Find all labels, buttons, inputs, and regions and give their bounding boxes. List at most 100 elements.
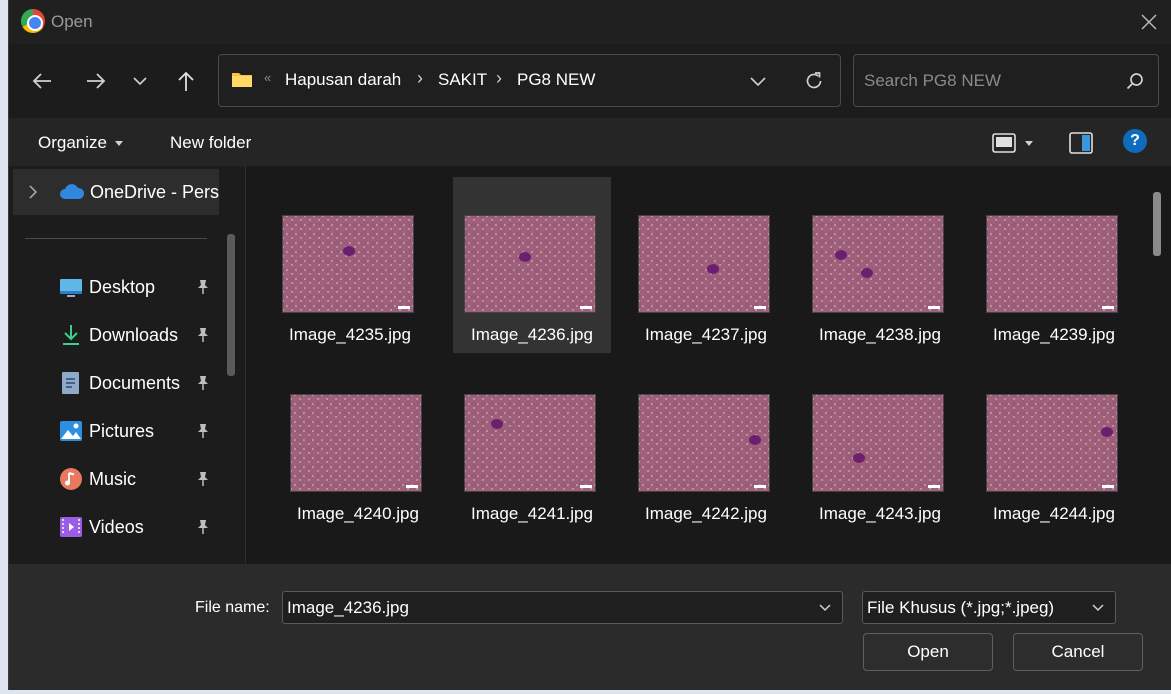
pin-icon[interactable] <box>196 519 210 535</box>
sidebar-item-label: Desktop <box>89 276 156 297</box>
back-button[interactable] <box>25 64 59 98</box>
document-icon <box>59 371 83 395</box>
recent-locations-button[interactable] <box>123 64 157 98</box>
pin-icon[interactable] <box>196 279 210 295</box>
file-name: Image_4241.jpg <box>471 504 593 523</box>
sidebar-item-videos[interactable]: Videos <box>59 507 219 547</box>
change-view-button[interactable] <box>989 128 1019 158</box>
open-dialog: Open « Hapusan darah › SAKIT › PG8 NEW S… <box>8 0 1171 690</box>
new-folder-button[interactable]: New folder <box>170 133 251 153</box>
file-name: Image_4239.jpg <box>993 325 1115 344</box>
breadcrumb-overflow[interactable]: « <box>264 70 271 85</box>
organize-label: Organize <box>38 133 107 152</box>
image-thumbnail <box>282 215 414 313</box>
chevron-right-icon[interactable] <box>29 185 37 199</box>
file-tile[interactable]: Image_4235.jpg <box>271 177 429 353</box>
sidebar-item-label: Videos <box>89 516 144 537</box>
file-list-scrollbar[interactable] <box>1153 192 1161 256</box>
up-button[interactable] <box>169 64 203 98</box>
file-name: Image_4236.jpg <box>471 325 593 344</box>
file-name-field[interactable]: Image_4236.jpg <box>282 591 843 624</box>
preview-pane-icon <box>1069 132 1093 154</box>
folder-icon <box>232 73 252 87</box>
arrow-up-icon <box>178 71 194 91</box>
image-thumbnail <box>464 394 596 492</box>
command-bar: Organize New folder ? <box>9 118 1171 166</box>
sidebar-item-onedrive[interactable]: OneDrive - Perso <box>13 169 219 215</box>
breadcrumb-sakit[interactable]: SAKIT <box>438 70 487 90</box>
file-name: Image_4237.jpg <box>645 325 767 344</box>
video-icon <box>59 515 83 539</box>
address-bar[interactable]: « Hapusan darah › SAKIT › PG8 NEW <box>218 54 841 107</box>
file-tile[interactable]: Image_4239.jpg <box>975 177 1133 353</box>
file-tile[interactable]: Image_4238.jpg <box>801 177 959 353</box>
preview-pane-button[interactable] <box>1066 128 1096 158</box>
breadcrumb-pg8-new[interactable]: PG8 NEW <box>517 70 595 90</box>
desktop-icon <box>59 275 83 299</box>
image-thumbnail <box>290 394 422 492</box>
sidebar-item-label: Pictures <box>89 420 155 441</box>
sidebar-item-music[interactable]: Music <box>59 459 219 499</box>
window-title: Open <box>51 12 93 31</box>
file-name: Image_4235.jpg <box>289 325 411 344</box>
pin-icon[interactable] <box>196 471 210 487</box>
sidebar-item-desktop[interactable]: Desktop <box>59 267 219 307</box>
pin-icon[interactable] <box>196 423 210 439</box>
chevron-right-icon: › <box>496 68 502 88</box>
refresh-button[interactable] <box>799 66 829 96</box>
image-thumbnail <box>812 394 944 492</box>
help-icon[interactable]: ? <box>1123 129 1147 153</box>
file-name-value[interactable]: Image_4236.jpg <box>287 598 409 618</box>
image-thumbnail <box>638 215 770 313</box>
sidebar-item-downloads[interactable]: Downloads <box>59 315 219 355</box>
forward-button[interactable] <box>79 64 113 98</box>
music-icon <box>59 467 83 491</box>
search-box[interactable] <box>853 54 1159 107</box>
pictures-icon <box>59 419 83 443</box>
search-input[interactable] <box>864 69 1104 93</box>
open-button[interactable]: Open <box>863 633 993 671</box>
cloud-icon <box>60 184 85 199</box>
navigation-bar: « Hapusan darah › SAKIT › PG8 NEW <box>9 44 1171 118</box>
file-tile[interactable]: Image_4236.jpg <box>453 177 611 353</box>
chevron-down-icon <box>1092 604 1104 612</box>
file-type-select[interactable]: File Khusus (*.jpg;*.jpeg) <box>862 591 1116 624</box>
navigation-pane: OneDrive - Perso Desktop Downloads Docum… <box>9 166 245 564</box>
file-name: Image_4238.jpg <box>819 325 941 344</box>
cancel-button[interactable]: Cancel <box>1013 633 1143 671</box>
file-tile[interactable]: Image_4240.jpg <box>279 356 437 532</box>
title-bar: Open <box>9 0 1171 44</box>
chevron-down-icon <box>750 77 766 86</box>
file-tile[interactable]: Image_4241.jpg <box>453 356 611 532</box>
address-dropdown-button[interactable] <box>743 66 773 96</box>
close-icon <box>1141 14 1157 30</box>
file-tile[interactable]: Image_4244.jpg <box>975 356 1133 532</box>
sidebar-item-documents[interactable]: Documents <box>59 363 219 403</box>
image-thumbnail <box>986 215 1118 313</box>
arrow-right-icon <box>87 73 106 89</box>
sidebar-item-label: Downloads <box>89 324 179 345</box>
close-button[interactable] <box>1133 6 1165 38</box>
file-tile[interactable]: Image_4243.jpg <box>801 356 959 532</box>
sidebar-item-label: Music <box>89 468 137 489</box>
onedrive-label: OneDrive - Perso <box>90 182 219 202</box>
file-tile[interactable]: Image_4242.jpg <box>627 356 785 532</box>
search-icon[interactable] <box>1126 72 1144 90</box>
file-name: Image_4242.jpg <box>645 504 767 523</box>
view-options-button[interactable] <box>1019 128 1039 158</box>
sidebar-scrollbar[interactable] <box>227 234 235 376</box>
breadcrumb-hapusan-darah[interactable]: Hapusan darah <box>285 70 401 90</box>
image-thumbnail <box>812 215 944 313</box>
pin-icon[interactable] <box>196 375 210 391</box>
caret-down-icon <box>114 141 123 147</box>
chevron-down-icon[interactable] <box>818 601 832 615</box>
file-tile[interactable]: Image_4237.jpg <box>627 177 785 353</box>
pin-icon[interactable] <box>196 327 210 343</box>
file-name: Image_4244.jpg <box>993 504 1115 523</box>
sidebar-item-pictures[interactable]: Pictures <box>59 411 219 451</box>
file-name: Image_4240.jpg <box>297 504 419 523</box>
organize-button[interactable]: Organize <box>38 133 123 153</box>
divider <box>25 238 207 239</box>
file-list: Image_4235.jpg Image_4236.jpg Image_4237… <box>246 166 1171 564</box>
file-name-label: File name: <box>195 599 270 616</box>
